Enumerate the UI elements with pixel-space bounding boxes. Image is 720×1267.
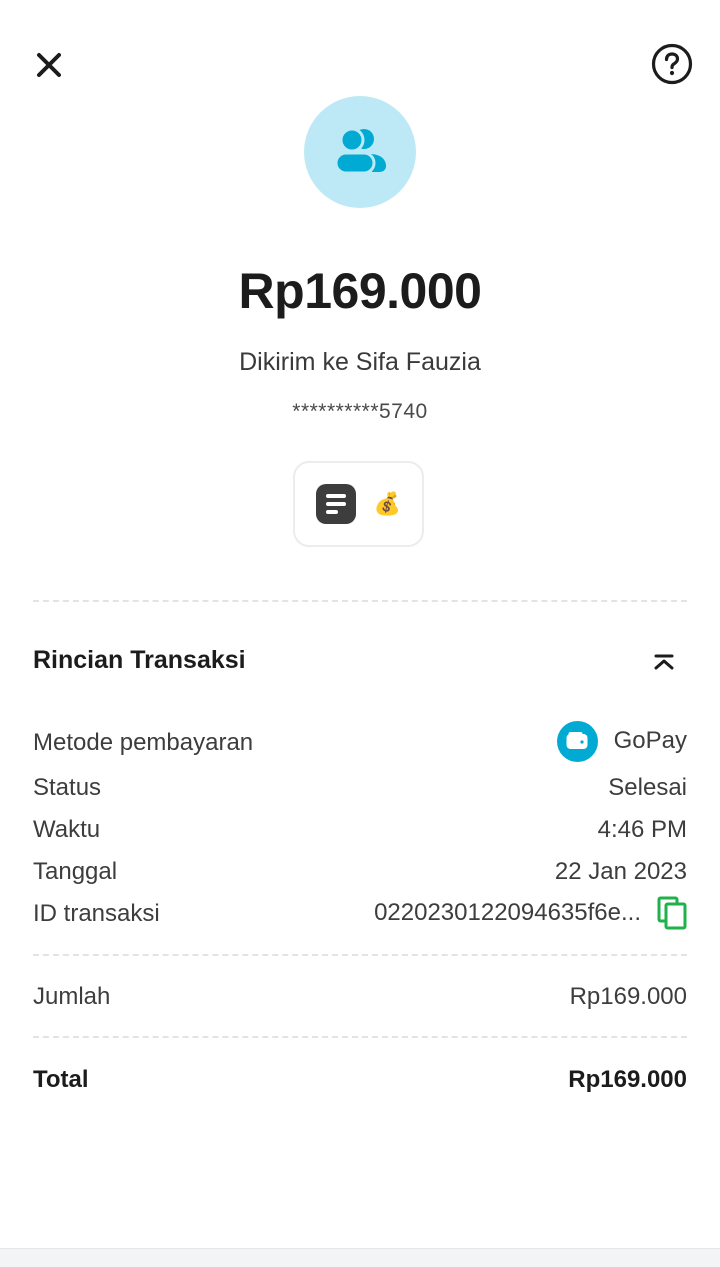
divider (33, 600, 687, 602)
copy-icon[interactable] (657, 896, 687, 930)
section-title: Rincian Transaksi (33, 646, 246, 674)
message-box: 💰 (293, 461, 424, 547)
date-label: Tanggal (33, 858, 118, 885)
divider (33, 1036, 687, 1038)
status-value: Selesai (608, 774, 687, 801)
transaction-id-label: ID transaksi (33, 900, 160, 927)
account-number: **********5740 (292, 400, 428, 423)
transaction-id-text: 0220230122094635f6e... (374, 899, 641, 926)
close-button[interactable] (26, 42, 72, 88)
help-circle-icon (651, 43, 693, 85)
payment-method-value: GoPay (556, 720, 687, 762)
payment-method-label: Metode pembayaran (33, 729, 254, 756)
time-value: 4:46 PM (597, 816, 687, 843)
total-value: Rp169.000 (568, 1066, 687, 1093)
status-label: Status (33, 774, 102, 801)
users-icon (332, 126, 388, 178)
gopay-wallet-icon (556, 720, 598, 762)
help-button[interactable] (648, 40, 696, 88)
close-icon (35, 51, 63, 79)
recipient-name: Dikirim ke Sifa Fauzia (239, 348, 481, 376)
bottom-bar (0, 1248, 720, 1267)
divider (33, 954, 687, 956)
transfer-amount: Rp169.000 (238, 263, 482, 319)
date-value: 22 Jan 2023 (554, 858, 687, 885)
payment-method-text: GoPay (613, 727, 687, 754)
amount-label: Jumlah (33, 983, 111, 1010)
total-label: Total (33, 1066, 89, 1093)
time-label: Waktu (33, 816, 101, 843)
note-icon[interactable] (315, 484, 356, 524)
recipient-avatar (304, 96, 416, 208)
collapse-button[interactable] (646, 644, 682, 680)
amount-value: Rp169.000 (569, 983, 687, 1010)
moneybag-icon[interactable]: 💰 (374, 493, 401, 515)
transaction-id-value: 0220230122094635f6e... (374, 896, 687, 930)
chevron-up-double-icon (653, 653, 675, 671)
